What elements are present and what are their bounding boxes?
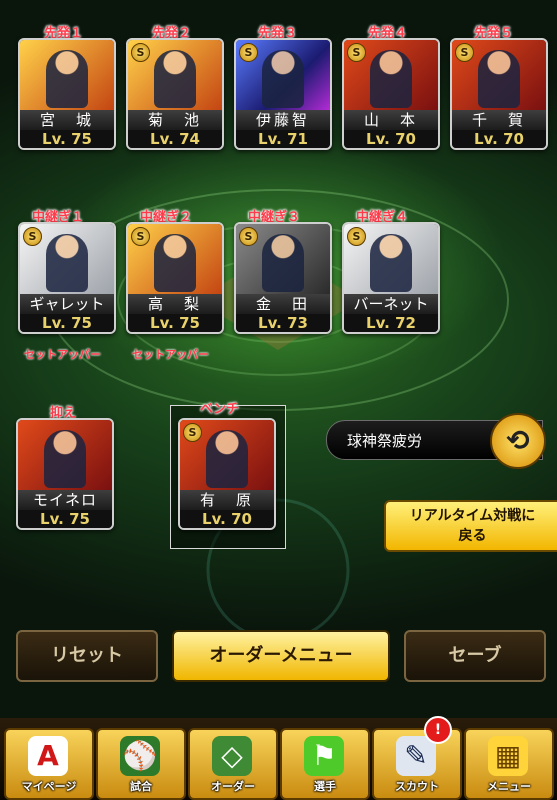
nav-game[interactable]: ⚾ 試合 <box>96 728 186 800</box>
slot-label-bench: ベンチ <box>200 402 240 417</box>
nav-players[interactable]: ⚑ 選手 <box>280 728 370 800</box>
player-card-closer[interactable]: モイネロ Lv. 75 <box>16 418 114 530</box>
realtime-label-line2: 戻る <box>458 528 487 544</box>
player-card-starter-5[interactable]: S 千 賀 Lv. 70 <box>450 38 548 150</box>
mypage-icon: A <box>28 736 68 776</box>
stadium-icon: ⚾ <box>120 736 160 776</box>
player-name: 千 賀 <box>452 110 546 130</box>
player-name: ギャレット <box>20 294 114 314</box>
role-label-reliever-2: セットアッパー <box>132 348 209 361</box>
player-name: 宮 城 <box>20 110 114 130</box>
player-card-reliever-3[interactable]: S 金 田 Lv. 73 <box>234 222 332 334</box>
player-level: Lv. 70 <box>180 510 274 528</box>
player-level: Lv. 75 <box>20 130 114 148</box>
player-name: バーネット <box>344 294 438 314</box>
return-to-realtime-button[interactable]: リアルタイム対戦に 戻る <box>384 500 557 552</box>
player-level: Lv. 73 <box>236 314 330 332</box>
role-label-reliever-1: セットアッパー <box>24 348 101 361</box>
lineup-icon: ◇ <box>212 736 252 776</box>
player-level: Lv. 75 <box>128 314 222 332</box>
player-card-starter-4[interactable]: S 山 本 Lv. 70 <box>342 38 440 150</box>
player-level: Lv. 75 <box>18 510 112 528</box>
star-rank-icon: S <box>455 43 474 62</box>
player-art <box>18 420 112 490</box>
player-card-starter-1[interactable]: 宮 城 Lv. 75 <box>18 38 116 150</box>
nav-label: 試合 <box>130 780 152 793</box>
player-card-starter-3[interactable]: S 伊藤智 Lv. 71 <box>234 38 332 150</box>
player-name: モイネロ <box>18 490 112 510</box>
star-rank-icon: S <box>131 43 150 62</box>
player-level: Lv. 70 <box>344 130 438 148</box>
player-level: Lv. 74 <box>128 130 222 148</box>
nav-label: 選手 <box>314 780 336 793</box>
player-art <box>20 40 114 110</box>
nav-label: メニュー <box>487 780 531 793</box>
star-rank-icon: S <box>23 227 42 246</box>
player-level: Lv. 71 <box>236 130 330 148</box>
nav-mypage[interactable]: A マイページ <box>4 728 94 800</box>
star-rank-icon: S <box>239 227 258 246</box>
star-rank-icon: S <box>131 227 150 246</box>
player-card-reliever-4[interactable]: S バーネット Lv. 72 <box>342 222 440 334</box>
player-card-reliever-2[interactable]: S 高 梨 Lv. 75 <box>126 222 224 334</box>
alert-badge-icon: ! <box>424 716 452 744</box>
fatigue-toggle-button[interactable]: 球神祭疲労 ⟲ <box>326 413 546 469</box>
realtime-label-line1: リアルタイム対戦に <box>409 508 536 524</box>
star-rank-icon: S <box>183 423 202 442</box>
star-rank-icon: S <box>347 227 366 246</box>
player-card-reliever-1[interactable]: S ギャレット Lv. 75 <box>18 222 116 334</box>
nav-label: マイページ <box>21 780 77 793</box>
star-rank-icon: S <box>239 43 258 62</box>
player-card-bench[interactable]: S 有 原 Lv. 70 <box>178 418 276 530</box>
player-name: 金 田 <box>236 294 330 314</box>
save-button[interactable]: セーブ <box>404 630 546 682</box>
player-name: 山 本 <box>344 110 438 130</box>
nav-menu[interactable]: ▦ メニュー <box>464 728 554 800</box>
reset-button[interactable]: リセット <box>16 630 158 682</box>
menu-icon: ▦ <box>488 736 528 776</box>
fatigue-label: 球神祭疲労 <box>347 432 423 450</box>
player-name: 高 梨 <box>128 294 222 314</box>
order-menu-button[interactable]: オーダーメニュー <box>172 630 390 682</box>
player-name: 菊 池 <box>128 110 222 130</box>
player-icon: ⚑ <box>304 736 344 776</box>
player-name: 伊藤智 <box>236 110 330 130</box>
nav-label: オーダー <box>211 780 255 793</box>
player-level: Lv. 72 <box>344 314 438 332</box>
nav-label: スカウト <box>395 780 439 793</box>
rotate-icon: ⟲ <box>490 413 546 469</box>
player-level: Lv. 75 <box>20 314 114 332</box>
player-name: 有 原 <box>180 490 274 510</box>
star-rank-icon: S <box>347 43 366 62</box>
nav-order[interactable]: ◇ オーダー <box>188 728 278 800</box>
player-card-starter-2[interactable]: S 菊 池 Lv. 74 <box>126 38 224 150</box>
player-level: Lv. 70 <box>452 130 546 148</box>
